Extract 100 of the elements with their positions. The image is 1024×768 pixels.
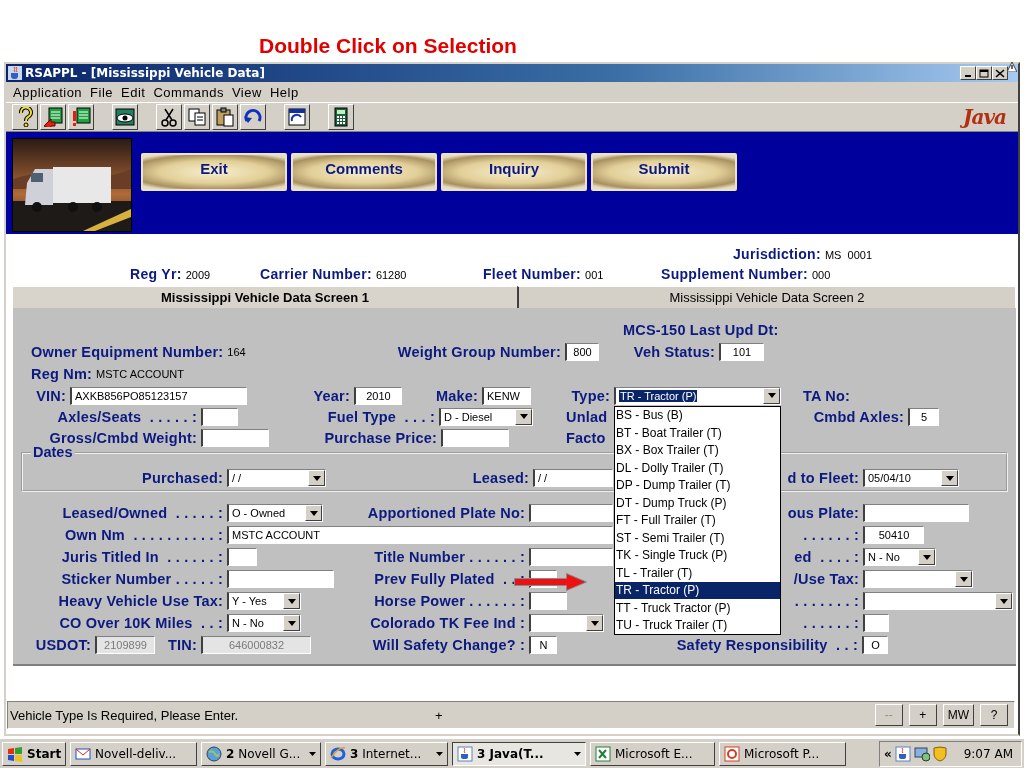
select-field[interactable]: D - Diesel [439,407,533,426]
field-value: 61280 [375,269,407,281]
dropdown-option[interactable]: TU - Truck Trailer (T) [615,616,780,634]
tab[interactable]: Mississippi Vehicle Data Screen 2 [517,286,1015,308]
toolbar-button[interactable] [68,104,94,130]
dropdown-option[interactable]: BT - Boat Trailer (T) [615,424,780,442]
field-label: Owner Equipment Number: [31,344,224,360]
select-field[interactable] [863,592,1013,610]
menu-item[interactable]: File [87,84,119,100]
menu-item[interactable]: Application [10,84,88,100]
field-label: Supplement Number: [661,266,808,282]
select-field[interactable]: O - Owned [227,504,323,522]
readonly-field[interactable]: 2109899 [95,636,155,654]
dropdown-option[interactable]: BX - Box Trailer (T) [615,441,780,459]
menu-item[interactable]: View [228,84,267,100]
field-value: 000 [811,269,831,281]
select-field[interactable]: / / [227,469,326,487]
input-field[interactable] [529,548,613,566]
input-field[interactable] [529,504,613,522]
dropdown-option[interactable]: DL - Dolly Trailer (T) [615,459,780,477]
dropdown-option[interactable]: DP - Dump Trailer (T) [615,476,780,494]
readonly-field[interactable]: 646000832 [201,636,311,654]
taskbar-button[interactable]: Microsoft E... [590,741,715,766]
input-field[interactable]: O [862,636,888,654]
toolbar-button[interactable] [240,104,266,130]
status-button[interactable]: MW [942,704,974,726]
toolbar-button[interactable] [12,104,38,130]
field-label: Gross/Cmbd Weight: [49,429,197,446]
cup-icon [8,66,22,80]
dropdown-option[interactable]: TR - Tractor (P) [615,581,780,599]
toolbar-button[interactable] [328,104,354,130]
presentation-icon [724,745,740,762]
taskbar-button[interactable]: Microsoft P... [719,741,846,766]
toolbar-button[interactable] [212,104,238,130]
field-label: Colorado TK Fee Ind : [370,615,525,631]
caret-icon [309,510,318,516]
input-field[interactable]: MSTC ACCOUNT [227,526,613,544]
action-button[interactable]: Submit [591,153,737,191]
minimize-button[interactable] [960,66,976,80]
close-button[interactable] [992,66,1008,80]
field-label: Purchased: [142,470,223,486]
select-field[interactable] [863,570,973,588]
field-label: Jurisdiction: [733,246,821,262]
field-value: 2009 [185,269,211,281]
select-field[interactable]: N - No [863,548,936,566]
input-field[interactable] [227,570,334,588]
toolbar-button[interactable] [40,104,66,130]
input-field[interactable] [227,548,257,566]
browser-icon [330,745,346,762]
menu-item[interactable]: Edit [118,84,151,100]
toolbar-button[interactable] [184,104,210,130]
tab[interactable]: Mississippi Vehicle Data Screen 1 [13,286,517,308]
input-field[interactable]: 50410 [863,526,924,544]
input-field[interactable]: 5 [908,407,939,426]
input-field[interactable]: 800 [565,343,599,361]
input-field[interactable] [201,428,269,447]
input-field[interactable] [529,592,567,610]
toolbar-button[interactable] [156,104,182,130]
toolbar-button[interactable] [112,104,138,130]
select-field[interactable]: Y - Yes [227,592,301,610]
input-field[interactable]: 101 [719,343,764,361]
toolbar-button[interactable] [284,104,310,130]
input-field[interactable]: KENW [482,386,531,405]
envelope-icon [75,745,91,762]
input-field[interactable]: 2010 [354,386,402,405]
action-button[interactable]: Comments [291,153,437,191]
dropdown-option[interactable]: FT - Full Trailer (T) [615,511,780,529]
field-label: Fleet Number: [483,266,582,282]
dropdown-option[interactable]: DT - Dump Truck (P) [615,494,780,512]
dropdown-option[interactable]: BS - Bus (B) [615,406,780,424]
action-button[interactable]: Exit [141,153,287,191]
input-field[interactable]: / / [533,469,613,487]
input-field[interactable] [201,407,238,426]
taskbar-button[interactable]: 2 Novell G... [201,741,321,766]
menu-item[interactable]: Help [266,84,304,100]
field-label: Heavy Vehicle Use Tax: [58,593,223,609]
dropdown-option[interactable]: TK - Single Truck (P) [615,546,780,564]
input-field[interactable] [863,504,969,522]
dropdown-option[interactable]: TT - Truck Tractor (P) [615,599,780,617]
taskbar-button[interactable]: 3 Java(T... [452,741,586,766]
select-field[interactable]: N - No [227,614,301,632]
dropdown-option[interactable]: TL - Trailer (T) [615,564,780,582]
taskbar-button[interactable]: 3 Internet... [325,741,448,766]
input-field[interactable] [863,614,889,632]
select-field[interactable]: 05/04/10 [863,469,959,487]
select-field[interactable] [529,614,604,632]
input-field[interactable]: N [529,636,557,654]
input-field[interactable] [441,428,509,447]
field-label: MCS-150 Last Upd Dt: [623,322,779,338]
start-button[interactable]: Start [2,741,66,766]
taskbar-button[interactable]: Novell-deliv... [70,741,197,766]
status-button[interactable]: ? [980,704,1008,726]
windows-flag-icon [7,745,23,762]
action-button[interactable]: Inquiry [441,153,587,191]
maximize-button[interactable] [976,66,992,80]
input-field[interactable]: AXKB856PO85123157 [70,386,247,405]
status-button[interactable]: + [908,704,937,726]
dropdown-option[interactable]: ST - Semi Trailer (T) [615,529,780,547]
menu-item[interactable]: Commands [150,84,229,100]
field-label: Facto [566,429,606,446]
